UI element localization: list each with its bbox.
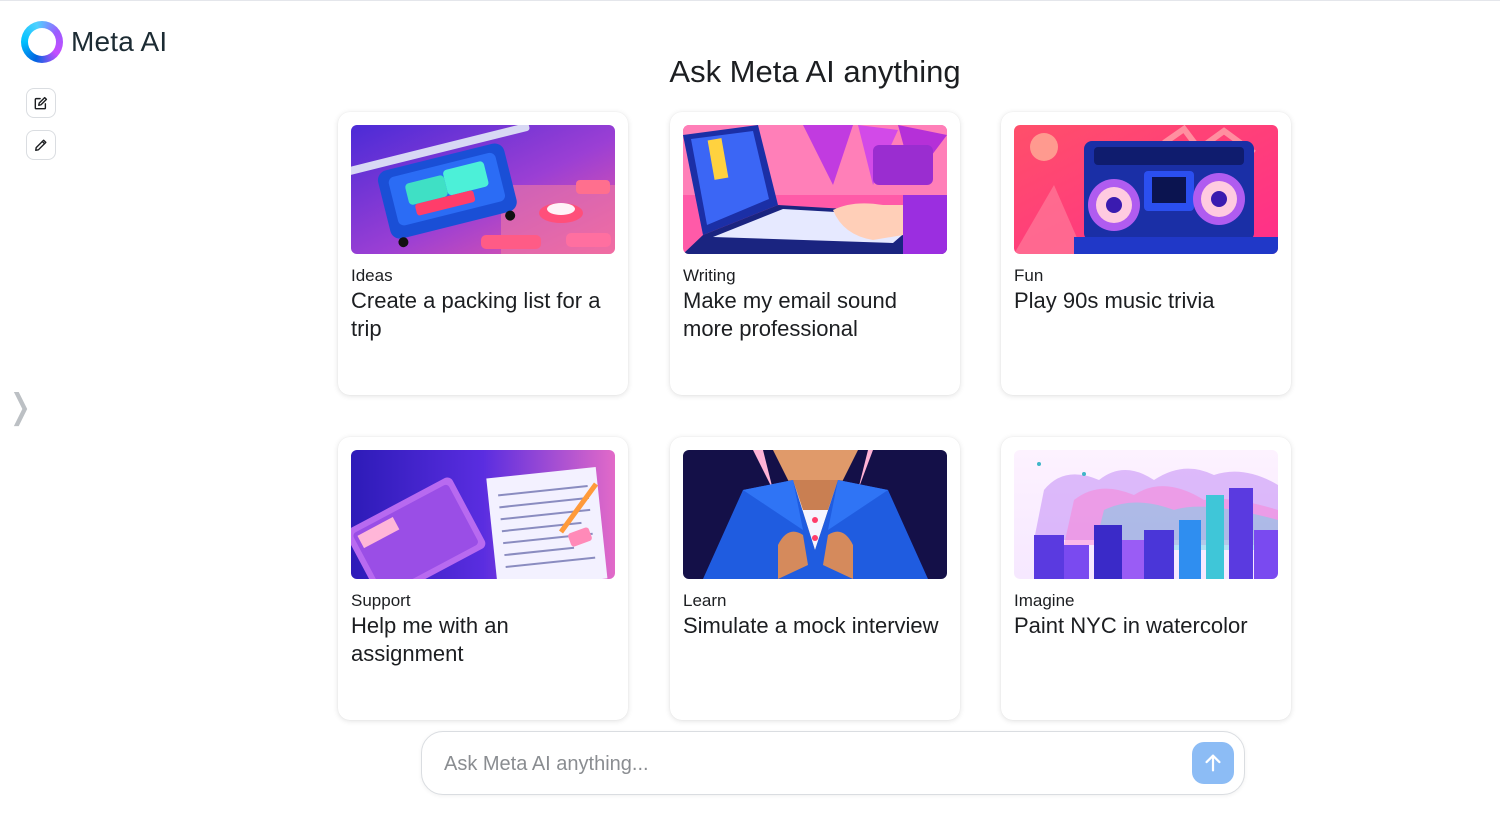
laptop-typing-illustration xyxy=(683,125,947,254)
card-category: Ideas xyxy=(351,266,393,285)
book-and-paper-illustration xyxy=(351,450,615,579)
card-title: Make my email sound more professional xyxy=(683,288,897,341)
card-title: Play 90s music trivia xyxy=(1014,288,1215,313)
suggestion-card-fun[interactable]: Fun Play 90s music trivia xyxy=(1001,112,1291,395)
pencil-icon xyxy=(35,139,47,151)
suggestion-card-writing[interactable]: Writing Make my email sound more profess… xyxy=(670,112,960,395)
person-in-suit-illustration xyxy=(683,450,947,579)
suggestion-card-imagine[interactable]: Imagine Paint NYC in watercolor xyxy=(1001,437,1291,720)
new-chat-icon xyxy=(34,96,48,110)
top-divider xyxy=(0,0,1500,1)
send-button[interactable] xyxy=(1192,742,1234,784)
card-category: Writing xyxy=(683,266,736,285)
ask-input[interactable] xyxy=(442,744,1166,784)
message-composer xyxy=(421,731,1245,795)
card-title: Create a packing list for a trip xyxy=(351,288,601,341)
new-chat-button[interactable] xyxy=(26,88,56,118)
boombox-illustration xyxy=(1014,125,1278,254)
arrow-up-icon xyxy=(1205,754,1221,772)
card-title: Paint NYC in watercolor xyxy=(1014,613,1248,638)
watercolor-skyline-illustration xyxy=(1014,450,1278,579)
card-category: Support xyxy=(351,591,411,610)
suggestion-card-learn[interactable]: Learn Simulate a mock interview xyxy=(670,437,960,720)
card-category: Learn xyxy=(683,591,727,610)
suggestion-card-ideas[interactable]: Ideas Create a packing list for a trip xyxy=(338,112,628,395)
card-title: Help me with an assignment xyxy=(351,613,509,666)
card-category: Fun xyxy=(1014,266,1044,285)
page-title: Ask Meta AI anything xyxy=(669,54,961,89)
card-category: Imagine xyxy=(1014,591,1075,610)
card-title: Simulate a mock interview xyxy=(683,613,939,638)
suggestion-card-support[interactable]: Support Help me with an assignment xyxy=(338,437,628,720)
suitcase-illustration xyxy=(351,125,615,254)
expand-sidebar-chevron-icon[interactable]: ❭ xyxy=(6,390,35,424)
edit-button[interactable] xyxy=(26,130,56,160)
